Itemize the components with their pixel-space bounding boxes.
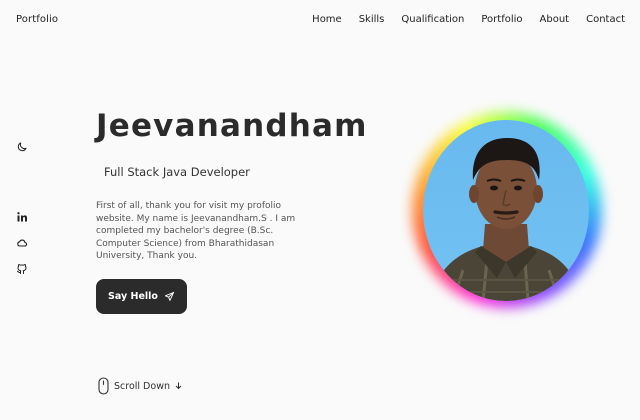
say-hello-label: Say Hello — [108, 291, 158, 302]
social-links — [16, 211, 28, 275]
brand-logo[interactable]: Portfolio — [16, 14, 58, 25]
send-icon — [164, 291, 175, 302]
profile-photo — [423, 120, 589, 301]
cloud-icon[interactable] — [16, 237, 28, 249]
nav-home[interactable]: Home — [312, 14, 342, 25]
nav-portfolio[interactable]: Portfolio — [481, 14, 522, 25]
nav-skills[interactable]: Skills — [359, 14, 385, 25]
scroll-down-link[interactable]: Scroll Down — [98, 377, 182, 395]
arrow-down-icon — [175, 382, 182, 390]
github-icon[interactable] — [16, 263, 28, 275]
hero-description: First of all, thank you for visit my pro… — [96, 201, 296, 261]
profile-image — [412, 112, 602, 308]
linkedin-icon[interactable] — [16, 211, 28, 223]
say-hello-button[interactable]: Say Hello — [96, 279, 187, 314]
moon-icon[interactable] — [16, 141, 28, 153]
hero-role: Full Stack Java Developer — [104, 165, 250, 179]
hero-name: Jeevanandham — [96, 108, 368, 144]
main-nav: Home Skills Qualification Portfolio Abou… — [312, 14, 625, 25]
scroll-down-label: Scroll Down — [114, 380, 170, 392]
nav-about[interactable]: About — [540, 14, 570, 25]
mouse-icon — [98, 377, 109, 395]
nav-qualification[interactable]: Qualification — [401, 14, 464, 25]
nav-contact[interactable]: Contact — [586, 14, 625, 25]
